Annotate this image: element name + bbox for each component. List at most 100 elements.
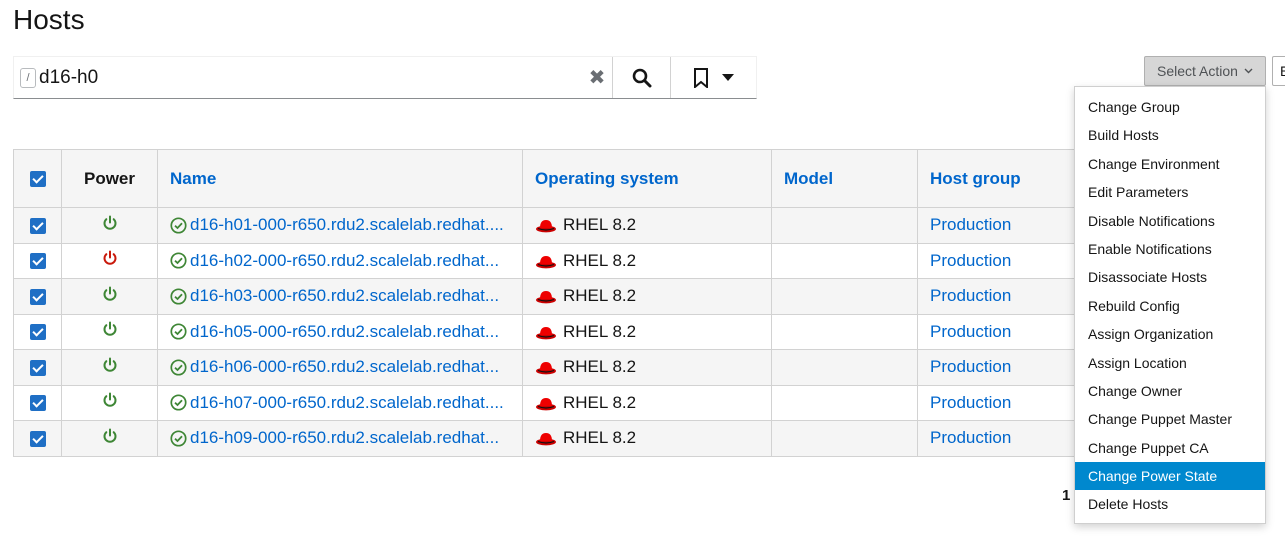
host-group-cell[interactable]: Production xyxy=(917,278,1078,315)
host-group-cell[interactable]: Production xyxy=(917,313,1078,350)
row-checkbox[interactable] xyxy=(29,395,46,412)
redhat-logo-icon xyxy=(536,291,556,304)
host-group-cell[interactable]: Production xyxy=(917,207,1078,244)
menu-item-change-puppet-ca[interactable]: Change Puppet CA xyxy=(1075,434,1265,462)
os-name: RHEL 8.2 xyxy=(563,392,637,412)
menu-item-change-owner[interactable]: Change Owner xyxy=(1075,377,1265,405)
power-cell xyxy=(61,242,158,279)
menu-item-assign-location[interactable]: Assign Location xyxy=(1075,349,1265,377)
model-cell xyxy=(771,420,918,457)
name-cell[interactable]: d16-h05-000-r650.rdu2.scalelab.redhat... xyxy=(157,313,523,350)
row-checkbox-cell[interactable] xyxy=(13,242,62,279)
row-checkbox[interactable] xyxy=(29,359,46,376)
name-cell[interactable]: d16-h01-000-r650.rdu2.scalelab.redhat...… xyxy=(157,207,523,244)
pagination-page-number[interactable]: 1 xyxy=(1062,487,1070,504)
redhat-logo-icon xyxy=(536,362,556,375)
os-cell: RHEL 8.2 xyxy=(522,207,772,244)
power-cell xyxy=(61,278,158,315)
host-name-link[interactable]: d16-h07-000-r650.rdu2.scalelab.redhat...… xyxy=(190,393,504,413)
table-row: d16-h05-000-r650.rdu2.scalelab.redhat...… xyxy=(13,313,1078,350)
search-bar: / d16-h0 ✖ xyxy=(13,56,757,99)
menu-item-change-power-state[interactable]: Change Power State xyxy=(1075,462,1265,491)
menu-item-assign-organization[interactable]: Assign Organization xyxy=(1075,320,1265,348)
row-checkbox-cell[interactable] xyxy=(13,207,62,244)
name-cell[interactable]: d16-h03-000-r650.rdu2.scalelab.redhat... xyxy=(157,278,523,315)
os-name: RHEL 8.2 xyxy=(563,215,637,235)
host-name-link[interactable]: d16-h02-000-r650.rdu2.scalelab.redhat... xyxy=(190,251,499,271)
host-group-link[interactable]: Production xyxy=(930,215,1011,234)
bookmark-button[interactable] xyxy=(670,57,756,98)
power-cell xyxy=(61,420,158,457)
menu-item-delete-hosts[interactable]: Delete Hosts xyxy=(1075,490,1265,518)
host-name-link[interactable]: d16-h01-000-r650.rdu2.scalelab.redhat...… xyxy=(190,215,504,235)
name-cell[interactable]: d16-h07-000-r650.rdu2.scalelab.redhat...… xyxy=(157,384,523,421)
host-name-link[interactable]: d16-h09-000-r650.rdu2.scalelab.redhat... xyxy=(190,428,499,448)
select-action-menu: Change Group Build Hosts Change Environmen… xyxy=(1074,86,1266,524)
row-checkbox[interactable] xyxy=(29,253,46,270)
table-row: d16-h07-000-r650.rdu2.scalelab.redhat...… xyxy=(13,384,1078,421)
name-cell[interactable]: d16-h06-000-r650.rdu2.scalelab.redhat... xyxy=(157,349,523,386)
check-circle-icon xyxy=(170,323,187,340)
host-name-link[interactable]: d16-h03-000-r650.rdu2.scalelab.redhat... xyxy=(190,286,499,306)
host-group-cell[interactable]: Production xyxy=(917,420,1078,457)
row-checkbox-cell[interactable] xyxy=(13,384,62,421)
row-checkbox[interactable] xyxy=(29,288,46,305)
model-cell xyxy=(771,278,918,315)
row-checkbox-cell[interactable] xyxy=(13,278,62,315)
os-name: RHEL 8.2 xyxy=(563,321,637,341)
column-header-os[interactable]: Operating system xyxy=(522,149,772,208)
select-action-button[interactable]: Select Action xyxy=(1144,56,1266,86)
name-cell[interactable]: d16-h02-000-r650.rdu2.scalelab.redhat... xyxy=(157,242,523,279)
select-action-label: Select Action xyxy=(1157,63,1238,79)
host-group-link[interactable]: Production xyxy=(930,357,1011,376)
power-icon xyxy=(103,286,116,301)
host-group-link[interactable]: Production xyxy=(930,251,1011,270)
host-group-link[interactable]: Production xyxy=(930,322,1011,341)
row-checkbox-cell[interactable] xyxy=(13,420,62,457)
table-row: d16-h03-000-r650.rdu2.scalelab.redhat...… xyxy=(13,278,1078,315)
column-header-model[interactable]: Model xyxy=(771,149,918,208)
host-group-link[interactable]: Production xyxy=(930,393,1011,412)
power-icon xyxy=(103,250,116,266)
host-group-cell[interactable]: Production xyxy=(917,242,1078,279)
select-all-checkbox[interactable] xyxy=(29,171,46,188)
host-group-cell[interactable]: Production xyxy=(917,349,1078,386)
table-row: d16-h02-000-r650.rdu2.scalelab.redhat...… xyxy=(13,242,1078,279)
edge-button[interactable]: E xyxy=(1272,56,1285,86)
host-group-cell[interactable]: Production xyxy=(917,384,1078,421)
menu-item-change-group[interactable]: Change Group xyxy=(1075,93,1265,121)
power-icon xyxy=(103,428,116,443)
menu-item-change-environment[interactable]: Change Environment xyxy=(1075,150,1265,178)
power-icon xyxy=(103,357,116,372)
power-icon xyxy=(103,392,116,408)
menu-item-change-puppet-master[interactable]: Change Puppet Master xyxy=(1075,405,1265,433)
check-circle-icon xyxy=(170,288,187,305)
menu-item-disassociate-hosts[interactable]: Disassociate Hosts xyxy=(1075,263,1265,291)
check-circle-icon xyxy=(170,430,187,447)
column-header-host-group[interactable]: Host group xyxy=(917,149,1078,208)
clear-search-button[interactable]: ✖ xyxy=(582,57,612,98)
menu-item-enable-notifications[interactable]: Enable Notifications xyxy=(1075,235,1265,263)
row-checkbox[interactable] xyxy=(29,430,46,447)
menu-item-build-hosts[interactable]: Build Hosts xyxy=(1075,121,1265,149)
search-shortcut-hint: / xyxy=(20,67,36,88)
caret-down-icon[interactable] xyxy=(722,73,735,82)
host-name-link[interactable]: d16-h05-000-r650.rdu2.scalelab.redhat... xyxy=(190,322,499,342)
menu-item-rebuild-config[interactable]: Rebuild Config xyxy=(1075,292,1265,320)
host-group-link[interactable]: Production xyxy=(930,286,1011,305)
search-input[interactable]: d16-h0 xyxy=(39,67,582,89)
host-group-link[interactable]: Production xyxy=(930,428,1011,447)
row-checkbox-cell[interactable] xyxy=(13,349,62,386)
host-name-link[interactable]: d16-h06-000-r650.rdu2.scalelab.redhat... xyxy=(190,357,499,377)
redhat-logo-icon xyxy=(536,255,556,269)
column-header-name[interactable]: Name xyxy=(157,149,523,208)
menu-item-edit-parameters[interactable]: Edit Parameters xyxy=(1075,178,1265,206)
name-cell[interactable]: d16-h09-000-r650.rdu2.scalelab.redhat... xyxy=(157,420,523,457)
row-checkbox[interactable] xyxy=(29,217,46,234)
row-checkbox-cell[interactable] xyxy=(13,313,62,350)
search-button[interactable] xyxy=(612,57,670,98)
menu-item-disable-notifications[interactable]: Disable Notifications xyxy=(1075,207,1265,235)
hosts-table: Power Name Operating system Model Host g… xyxy=(13,149,1078,457)
row-checkbox[interactable] xyxy=(29,324,46,341)
select-all-checkbox-cell[interactable] xyxy=(13,149,62,208)
